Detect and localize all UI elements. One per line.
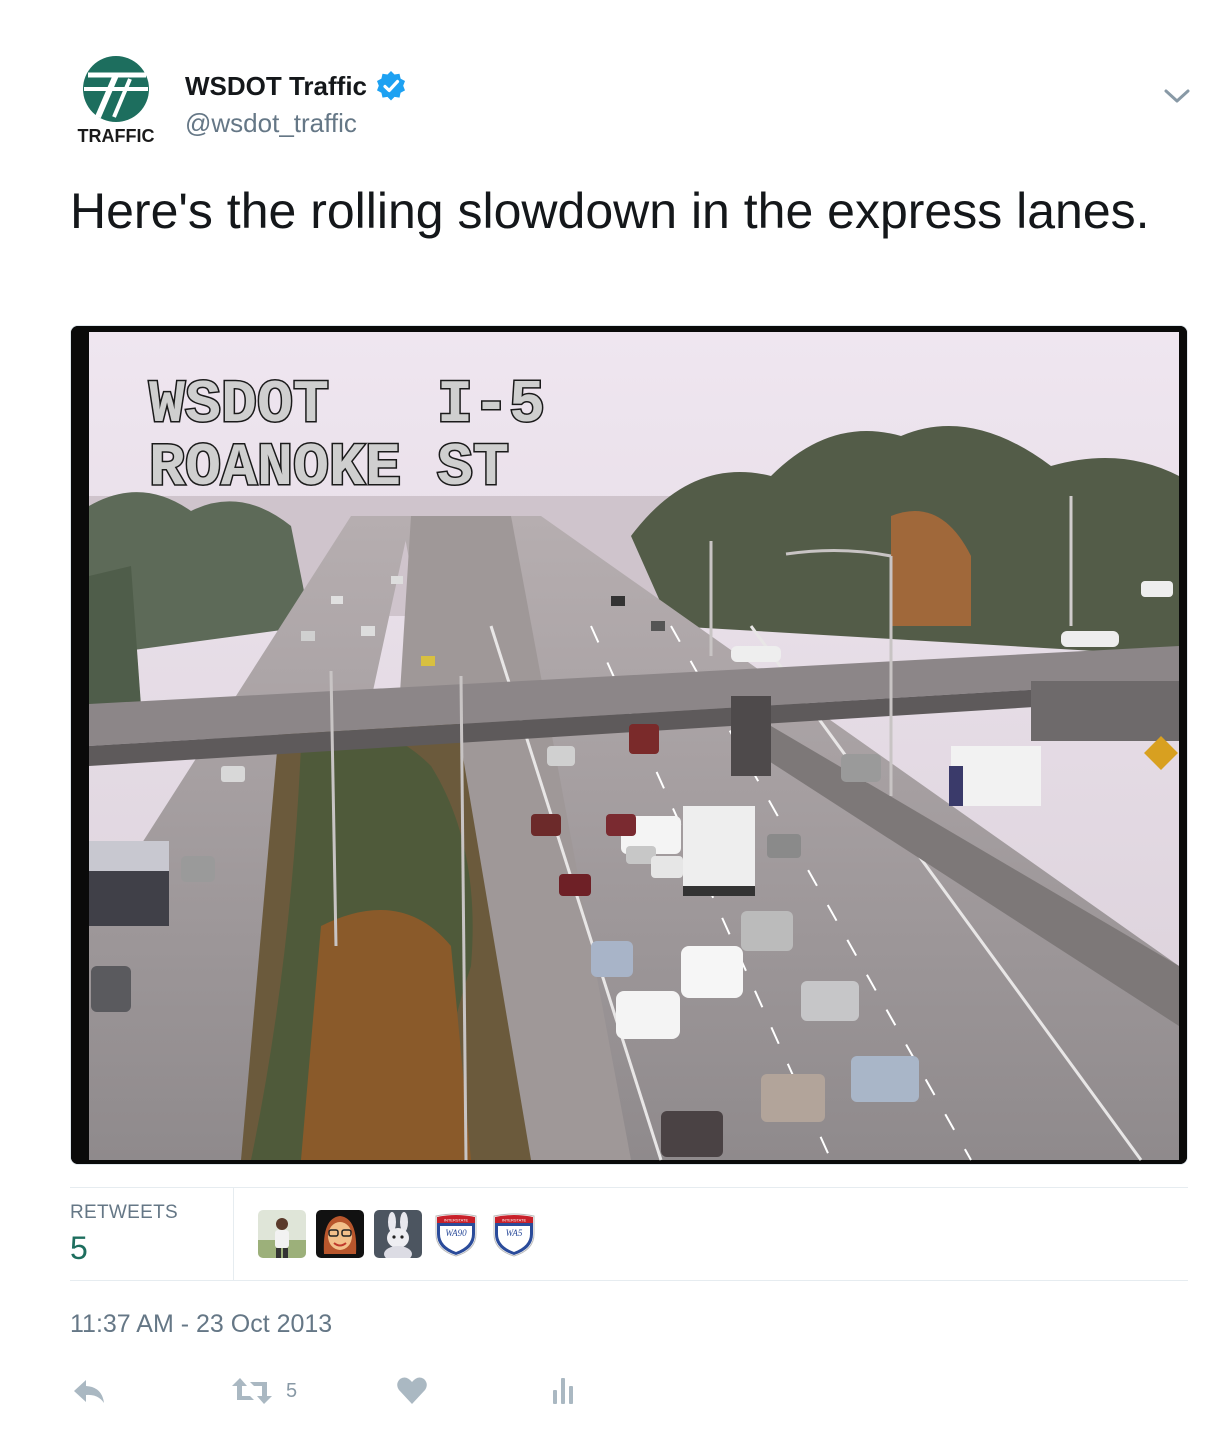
like-button[interactable] bbox=[395, 1372, 429, 1410]
chevron-down-icon[interactable] bbox=[1162, 85, 1192, 107]
shield-top-label: INTERSTATE bbox=[502, 1218, 527, 1223]
reply-icon bbox=[74, 1380, 104, 1403]
retweet-action-count: 5 bbox=[286, 1379, 298, 1402]
retweets-count: 5 bbox=[70, 1230, 88, 1266]
shield-label: WA90 bbox=[445, 1228, 467, 1238]
retweeter-avatar-cartoon[interactable] bbox=[316, 1210, 364, 1258]
camera-overlay-line2: ROANOKE ST bbox=[149, 435, 509, 503]
retweet-button[interactable]: 5 bbox=[230, 1372, 297, 1410]
retweeter-avatar-interstate-shield-wa90[interactable]: INTERSTATE WA90 bbox=[432, 1210, 480, 1258]
tweet-timestamp[interactable]: 11:37 AM - 23 Oct 2013 bbox=[70, 1310, 332, 1339]
shield-label: WA5 bbox=[506, 1228, 523, 1238]
reply-button[interactable] bbox=[70, 1372, 108, 1410]
heart-icon bbox=[397, 1377, 427, 1404]
tweet-text: Here's the rolling slowdown in the expre… bbox=[70, 183, 1150, 239]
profile-avatar[interactable]: TRAFFIC bbox=[68, 55, 168, 147]
retweeter-avatar-bunny[interactable] bbox=[374, 1210, 422, 1258]
retweets-stat[interactable]: RETWEETS 5 bbox=[70, 1188, 234, 1280]
shield-top-label: INTERSTATE bbox=[444, 1218, 469, 1223]
retweets-label: RETWEETS bbox=[70, 1202, 178, 1223]
retweeter-avatar-interstate-shield-wa5[interactable]: INTERSTATE WA5 bbox=[490, 1210, 538, 1258]
author-name-row[interactable]: WSDOT Traffic bbox=[185, 70, 407, 102]
verified-badge-icon bbox=[377, 71, 406, 101]
tweet-photo[interactable]: WSDOT I-5 ROANOKE ST bbox=[70, 325, 1188, 1165]
user-handle[interactable]: @wsdot_traffic bbox=[185, 108, 357, 139]
avatar-wordmark: TRAFFIC bbox=[78, 126, 155, 146]
display-name[interactable]: WSDOT Traffic bbox=[185, 71, 367, 102]
tweet-stats: RETWEETS 5 INTERSTATE WA90 INTERSTATE WA… bbox=[70, 1187, 1188, 1281]
retweeter-avatars: INTERSTATE WA90 INTERSTATE WA5 bbox=[258, 1210, 548, 1258]
analytics-button[interactable] bbox=[550, 1372, 580, 1410]
camera-overlay-line1: WSDOT I-5 bbox=[149, 372, 545, 440]
retweeter-avatar-person-photo[interactable] bbox=[258, 1210, 306, 1258]
analytics-icon bbox=[553, 1378, 573, 1404]
retweet-icon bbox=[232, 1378, 272, 1404]
